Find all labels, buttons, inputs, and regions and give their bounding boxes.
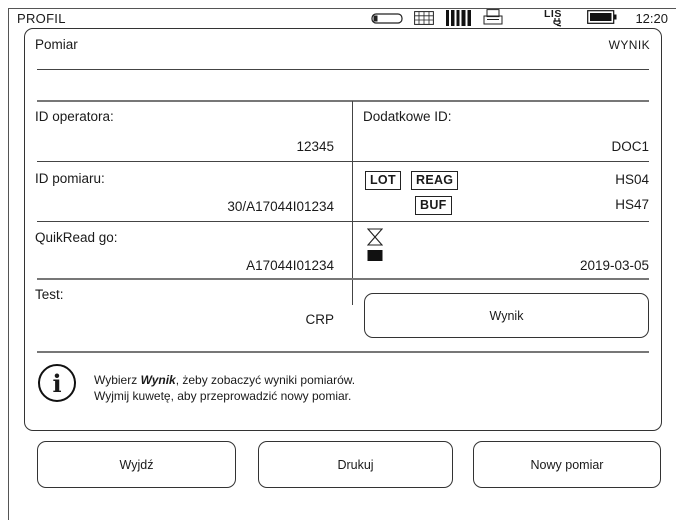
buf-value: HS47 <box>615 197 649 212</box>
lot-tag: LOT <box>365 171 401 190</box>
info-result-keyword: Wynik <box>140 373 176 387</box>
panel-title: Pomiar <box>35 37 78 52</box>
info-line-1: Wybierz Wynik, żeby zobaczyć wyniki pomi… <box>94 373 356 387</box>
info-icon: i <box>38 364 76 402</box>
operator-id-label: ID operatora: <box>35 109 114 124</box>
reag-value: HS04 <box>615 172 649 187</box>
status-bar: PROFIL LIS 12:20 <box>0 0 668 28</box>
measurement-id-value: 30/A17044I01234 <box>227 199 334 214</box>
test-value: CRP <box>305 312 334 327</box>
result-button[interactable]: Wynik <box>364 293 649 338</box>
extra-id-label: Dodatkowe ID: <box>363 109 452 124</box>
info-line-2: Wyjmij kuwetę, aby przeprowadzić nowy po… <box>94 389 352 403</box>
divider <box>37 221 649 222</box>
barcode-icon <box>446 10 471 26</box>
exit-button[interactable]: Wyjdź <box>37 441 236 488</box>
divider <box>37 69 649 70</box>
lis-icon: LIS <box>544 8 562 27</box>
info-message: Wybierz Wynik, żeby zobaczyć wyniki pomi… <box>94 372 355 404</box>
divider <box>37 278 649 280</box>
buf-tag: BUF <box>415 196 452 215</box>
operator-id-value: 12345 <box>296 139 334 154</box>
divider <box>37 100 649 102</box>
hourglass-icon <box>367 228 383 261</box>
new-measurement-button[interactable]: Nowy pomiar <box>473 441 661 488</box>
clock: 12:20 <box>635 11 668 26</box>
battery-icon <box>587 10 617 24</box>
cartridge-icon <box>371 13 403 24</box>
divider <box>37 161 649 162</box>
reag-tag: REAG <box>411 171 459 190</box>
printer-icon <box>483 9 503 25</box>
test-label: Test: <box>35 287 64 302</box>
divider <box>37 351 649 353</box>
keyboard-icon <box>414 11 434 25</box>
measurement-panel: Pomiar WYNIK ID operatora: 12345 Dodatko… <box>24 28 662 431</box>
print-button[interactable]: Drukuj <box>258 441 453 488</box>
device-serial-value: A17044I01234 <box>246 258 334 273</box>
column-divider <box>352 101 353 305</box>
expiry-date-value: 2019-03-05 <box>579 258 649 273</box>
profile-title: PROFIL <box>17 11 66 26</box>
plug-icon <box>553 18 562 27</box>
measurement-id-label: ID pomiaru: <box>35 171 105 186</box>
extra-id-value: DOC1 <box>611 139 649 154</box>
device-label: QuikRead go: <box>35 230 118 245</box>
panel-mode: WYNIK <box>608 38 650 52</box>
